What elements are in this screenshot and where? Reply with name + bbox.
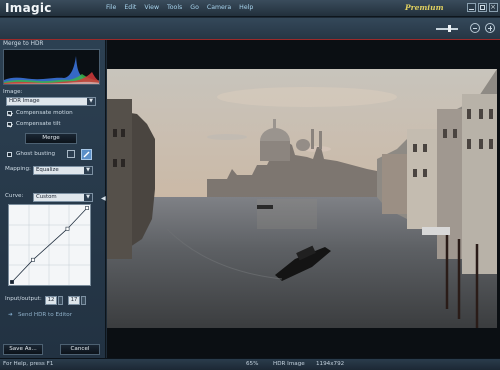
curve-editor[interactable] [8,204,91,286]
image-viewer[interactable] [107,40,500,358]
curve-select-value: Custom [36,194,57,200]
cancel-button[interactable]: Cancel [60,344,100,355]
menu-go[interactable]: Go [190,4,199,11]
chevron-down-icon: ▼ [84,194,92,201]
toolbar [0,18,500,39]
help-hint: For Help, press F1 [3,361,54,367]
zoom-slider[interactable] [436,28,458,30]
merge-button[interactable]: Merge [25,133,77,144]
image-label: Image: [3,89,23,95]
chevron-down-icon: ▼ [87,98,95,105]
image-select[interactable]: HDR Image ▼ [6,97,96,106]
edition-label: Premium [405,3,444,12]
mapping-select[interactable]: Equalize ▼ [33,166,93,175]
compensate-motion-label: Compensate motion [16,110,73,116]
menu-tools[interactable]: Tools [167,4,182,11]
input-stepper[interactable] [58,296,63,305]
curve-control-point[interactable] [31,257,35,262]
input-value-field[interactable]: 12 [45,296,57,305]
collapse-panel-icon[interactable]: ◀ [101,195,106,202]
menu-help[interactable]: Help [239,4,253,11]
compensate-tilt-label: Compensate tilt [16,121,61,127]
mapping-label: Mapping: [5,166,31,172]
curve-control-point[interactable] [10,280,14,284]
menu-bar: File Edit View Tools Go Camera Help [106,4,253,11]
close-icon: × [490,3,496,11]
minimize-button[interactable] [467,3,476,12]
brush-icon [83,151,90,158]
send-to-editor-link[interactable]: Send HDR to Editor [18,312,72,318]
curve-control-point[interactable] [85,206,89,210]
ghost-busting-checkbox[interactable] [7,152,12,157]
title-bar: Imagic File Edit View Tools Go Camera He… [0,0,500,17]
curve-select[interactable]: Custom ▼ [33,193,93,202]
menu-edit[interactable]: Edit [124,4,136,11]
zoom-slider-thumb[interactable] [448,25,451,32]
mapping-select-value: Equalize [36,167,59,173]
histogram-graph [4,56,99,84]
document-name: HDR Image [273,361,305,367]
zoom-out-icon[interactable] [470,23,480,33]
hdr-panel: Merge to HDR Image: HDR Image ▼ Compensa… [0,40,106,358]
brush-tool-button[interactable] [81,149,92,160]
chevron-down-icon: ▼ [84,167,92,174]
app-title: Imagic [5,1,52,15]
menu-camera[interactable]: Camera [207,4,231,11]
histogram [3,49,100,85]
image-dimensions: 1194x792 [316,361,345,367]
zoom-level: 65% [246,361,259,367]
panel-title: Merge to HDR [3,41,44,47]
status-bar: For Help, press F1 65% HDR Image 1194x79… [0,358,500,370]
ghost-options-icon[interactable] [67,150,75,158]
input-output-label: Input/output: [5,296,42,302]
close-button[interactable]: × [489,3,498,12]
hdr-preview-image [107,69,497,328]
output-stepper[interactable] [81,296,86,305]
image-select-value: HDR Image [9,98,40,104]
ghost-busting-label: Ghost busting [16,151,56,157]
save-as-button[interactable]: Save As... [3,344,43,355]
zoom-in-icon[interactable] [485,23,495,33]
maximize-button[interactable] [478,3,487,12]
send-arrow-icon: ➜ [8,312,13,318]
curve-label: Curve: [5,193,24,199]
menu-view[interactable]: View [144,4,159,11]
minimize-icon [469,9,474,10]
maximize-icon [480,5,485,10]
tone-curve[interactable] [9,205,90,285]
output-value-field[interactable]: 17 [68,296,80,305]
compensate-motion-checkbox[interactable] [7,111,12,116]
menu-file[interactable]: File [106,4,116,11]
compensate-tilt-checkbox[interactable] [7,122,12,127]
curve-control-point[interactable] [65,226,70,231]
